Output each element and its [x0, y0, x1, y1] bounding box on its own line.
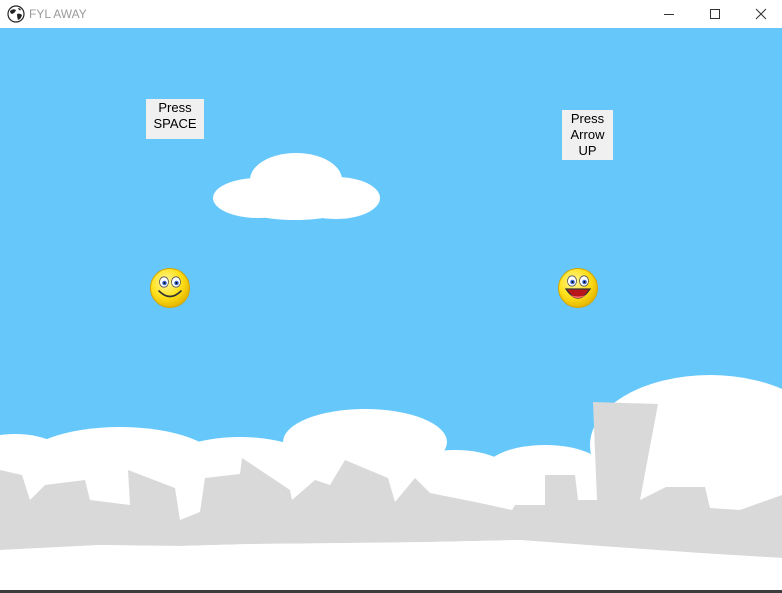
hint-line: Arrow — [570, 127, 605, 142]
minimize-icon — [664, 14, 674, 15]
minimize-button[interactable] — [646, 0, 692, 28]
player-one-smiley — [150, 268, 190, 308]
player-one-hint: Press SPACE — [146, 99, 204, 139]
player-two-smiley — [558, 268, 598, 308]
hint-line: Press — [158, 100, 192, 115]
hint-line: Press — [570, 111, 605, 126]
game-canvas[interactable]: Press SPACE Press Arrow UP — [0, 28, 782, 590]
window-title: FYL AWAY — [29, 7, 87, 21]
globe-icon — [7, 5, 25, 23]
maximize-icon — [710, 9, 720, 19]
game-scene — [0, 28, 782, 590]
hint-line: SPACE — [153, 116, 197, 131]
hint-line: UP — [578, 143, 597, 158]
maximize-button[interactable] — [692, 0, 738, 28]
close-icon — [755, 8, 767, 20]
title-bar[interactable]: FYL AWAY — [0, 0, 782, 28]
close-button[interactable] — [738, 0, 782, 28]
player-two-hint: Press Arrow UP — [562, 110, 613, 160]
